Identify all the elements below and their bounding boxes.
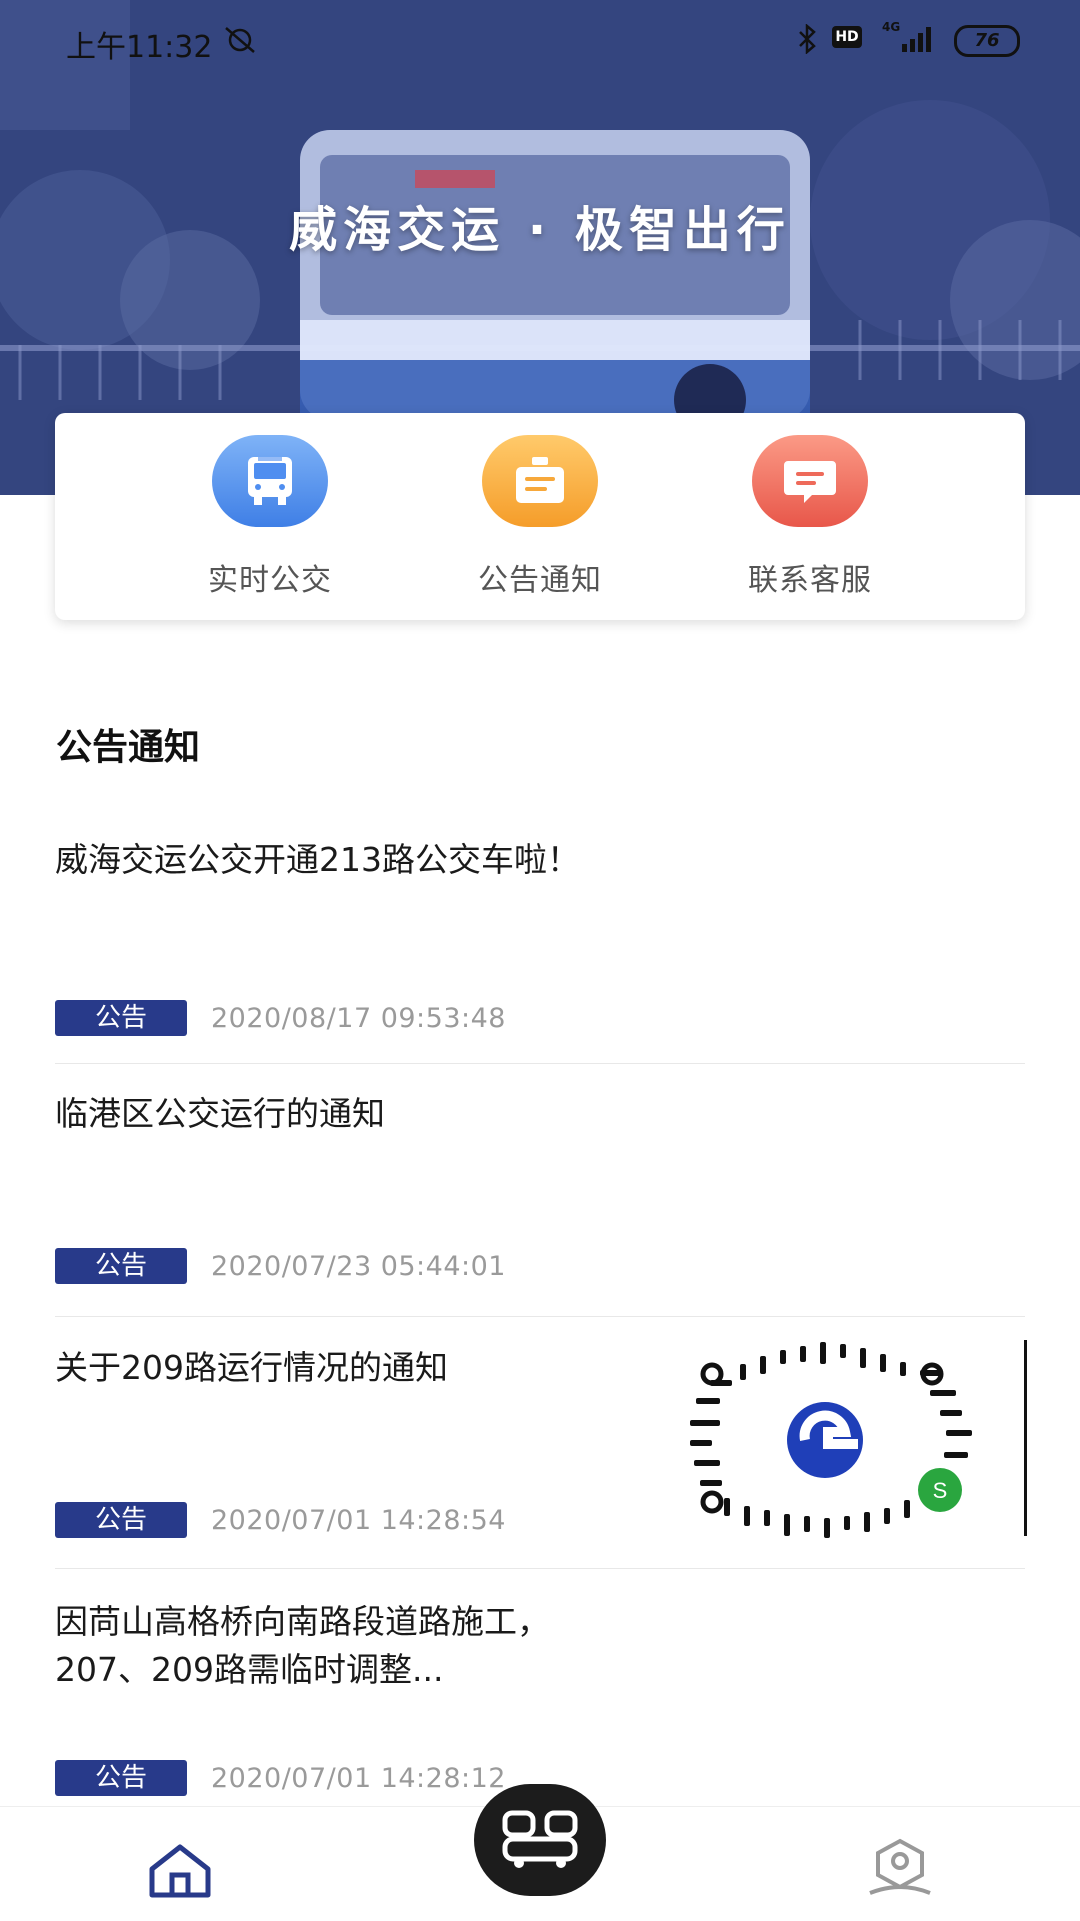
notice-title: 临港区公交运行的通知 bbox=[55, 1094, 385, 1133]
quick-action-label: 实时公交 bbox=[208, 563, 332, 598]
divider bbox=[55, 1316, 1025, 1317]
list-item[interactable]: 威海交运公交开通213路公交车啦！ 公告 2020/08/17 09:53:48 bbox=[55, 836, 1025, 1036]
chat-icon bbox=[752, 435, 868, 527]
notice-tag: 公告 bbox=[55, 1502, 187, 1538]
signal-icon bbox=[902, 27, 931, 52]
scan-bus-button[interactable] bbox=[474, 1784, 606, 1896]
location-user-icon[interactable] bbox=[866, 1837, 934, 1901]
mini-program-code-image: S bbox=[690, 1340, 1027, 1538]
notice-meta: 公告 2020/07/01 14:28:12 bbox=[55, 1760, 506, 1796]
list-item[interactable]: 临港区公交运行的通知 公告 2020/07/23 05:44:01 bbox=[55, 1090, 1025, 1284]
notice-tag: 公告 bbox=[55, 1760, 187, 1796]
status-bar: 上午11:32 HD 4G 76 bbox=[0, 0, 1080, 78]
network-type: 4G bbox=[882, 20, 901, 34]
divider bbox=[55, 1063, 1025, 1064]
notice-board-icon bbox=[482, 435, 598, 527]
notice-date: 2020/07/01 14:28:54 bbox=[211, 1504, 506, 1536]
home-icon[interactable] bbox=[146, 1843, 214, 1899]
notice-meta: 公告 2020/07/23 05:44:01 bbox=[55, 1248, 506, 1284]
notice-date: 2020/07/01 14:28:12 bbox=[211, 1762, 506, 1794]
notice-title: 关于209路运行情况的通知 bbox=[55, 1348, 448, 1387]
bus-icon bbox=[212, 435, 328, 527]
notice-meta: 公告 2020/07/01 14:28:54 bbox=[55, 1502, 506, 1538]
quick-action-label: 公告通知 bbox=[478, 563, 602, 598]
hero-slogan: 威海交运 · 极智出行 bbox=[289, 202, 791, 258]
svg-text:S: S bbox=[933, 1478, 948, 1503]
bluetooth-icon bbox=[799, 24, 816, 54]
quick-action-customer-service[interactable]: 联系客服 bbox=[700, 435, 920, 599]
notice-title: 威海交运公交开通213路公交车啦！ bbox=[55, 840, 580, 879]
quick-actions-card: 实时公交 公告通知 联系客服 bbox=[55, 413, 1025, 620]
notice-tag: 公告 bbox=[55, 1248, 187, 1284]
notice-tag: 公告 bbox=[55, 1000, 187, 1036]
quick-action-label: 联系客服 bbox=[748, 563, 872, 598]
section-title: 公告通知 bbox=[56, 727, 201, 768]
notice-date: 2020/07/23 05:44:01 bbox=[211, 1250, 506, 1282]
divider bbox=[55, 1568, 1025, 1569]
hd-icon: HD bbox=[832, 26, 862, 48]
status-time: 上午11:32 bbox=[66, 30, 213, 65]
scan-bus-icon bbox=[502, 1810, 578, 1868]
list-item[interactable]: 因苘山高格桥向南路段道路施工，207、209路需临时调整... 公告 2020/… bbox=[55, 1598, 1025, 1796]
notice-date: 2020/08/17 09:53:48 bbox=[211, 1002, 506, 1034]
notice-meta: 公告 2020/08/17 09:53:48 bbox=[55, 1000, 506, 1036]
notice-title: 因苘山高格桥向南路段道路施工，207、209路需临时调整... bbox=[55, 1602, 550, 1689]
alarm-off-icon bbox=[225, 27, 255, 53]
quick-action-realtime-bus[interactable]: 实时公交 bbox=[160, 435, 380, 599]
quick-action-notice[interactable]: 公告通知 bbox=[430, 435, 650, 599]
battery-indicator: 76 bbox=[954, 25, 1020, 57]
